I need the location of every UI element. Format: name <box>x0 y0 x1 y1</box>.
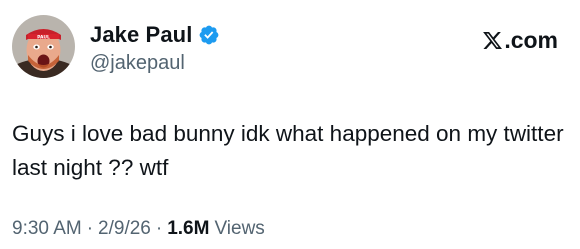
svg-text:PAUL: PAUL <box>37 34 50 40</box>
tweet-meta: 9:30 AM · 2/9/26 · 1.6M Views <box>12 218 265 240</box>
verified-badge-icon <box>198 24 220 46</box>
brand-suffix: .com <box>504 27 558 53</box>
display-name[interactable]: Jake Paul <box>90 22 192 48</box>
tweet-text: Guys i love bad bunny idk what happened … <box>12 121 564 180</box>
brand-watermark: .com <box>482 27 558 53</box>
name-row: Jake Paul <box>90 20 220 50</box>
views-label: Views <box>214 218 265 239</box>
user-block: Jake Paul @jakepaul <box>90 20 220 75</box>
meta-separator: · <box>155 218 163 239</box>
tweet-date[interactable]: 2/9/26 <box>98 218 151 240</box>
views-count[interactable]: 1.6M <box>167 218 209 240</box>
avatar[interactable]: PAUL <box>12 15 75 78</box>
tweet-time[interactable]: 9:30 AM <box>12 218 82 240</box>
tweet-card: PAUL Jake Paul @jakepaul .com Guys i lov… <box>0 0 580 249</box>
user-handle[interactable]: @jakepaul <box>90 52 220 75</box>
avatar-image: PAUL <box>12 15 75 78</box>
x-logo-icon <box>482 30 503 51</box>
meta-separator: · <box>86 218 94 239</box>
